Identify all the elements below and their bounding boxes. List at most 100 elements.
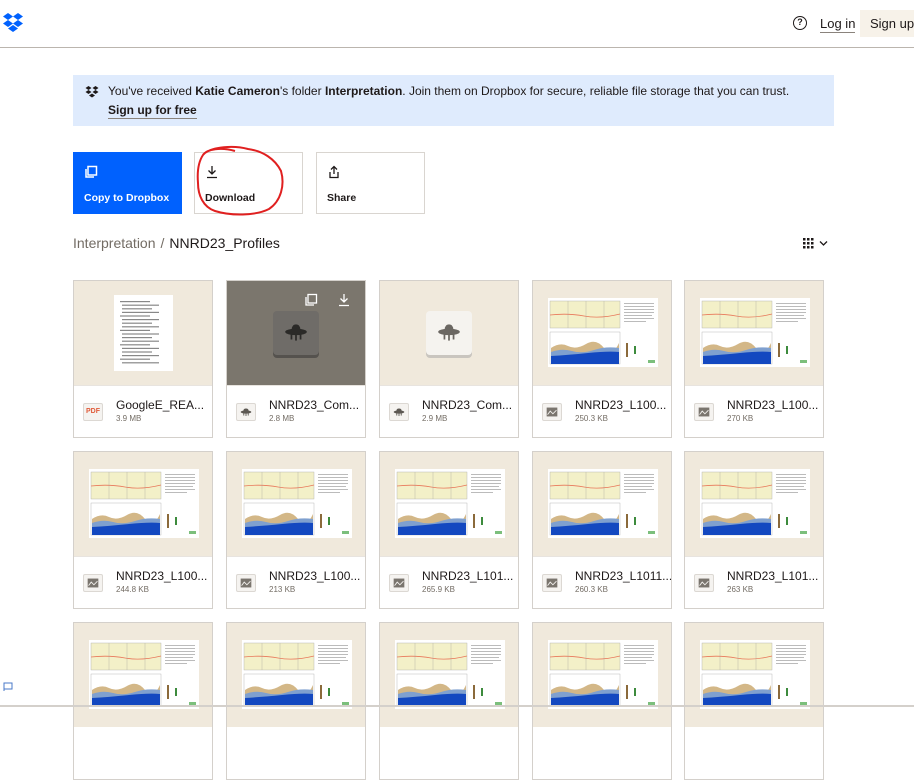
breadcrumb-parent[interactable]: Interpretation (73, 235, 156, 251)
file-thumbnail[interactable] (74, 452, 212, 556)
shared-folder-banner: You've received Katie Cameron's folder I… (73, 75, 834, 126)
image-file-icon (546, 578, 558, 588)
file-card[interactable]: NNRD23_Com... 2.8 MB (226, 280, 366, 438)
file-thumbnail[interactable] (74, 623, 212, 727)
file-thumbnail[interactable] (227, 281, 365, 385)
profile-preview-image (243, 642, 349, 707)
help-icon[interactable]: ? (793, 16, 807, 30)
banner-message: You've received Katie Cameron's folder I… (108, 84, 789, 98)
file-name[interactable]: NNRD23_Com... (422, 398, 512, 412)
file-thumbnail[interactable] (380, 281, 518, 385)
file-name[interactable]: NNRD23_L100... (727, 398, 818, 412)
file-thumbnail[interactable] (227, 452, 365, 556)
file-type-icon (542, 574, 562, 592)
file-name[interactable]: NNRD23_L100... (269, 569, 360, 583)
profile-preview (89, 469, 199, 538)
file-type-icon (542, 403, 562, 421)
copy-icon[interactable] (304, 293, 318, 307)
profile-preview (395, 469, 505, 538)
file-thumbnail[interactable] (74, 281, 212, 385)
file-meta: NNRD23_L100... 250.3 KB (533, 385, 671, 437)
share-button[interactable]: Share (316, 152, 425, 214)
file-type-icon (694, 403, 714, 421)
breadcrumb-current: NNRD23_Profiles (169, 235, 280, 251)
image-file-icon (240, 578, 252, 588)
dropbox-logo-icon[interactable] (2, 12, 24, 34)
breadcrumb-separator: / (160, 235, 165, 251)
profile-preview (242, 469, 352, 538)
file-thumbnail[interactable] (685, 623, 823, 727)
image-file-icon (698, 407, 710, 417)
profile-preview (548, 469, 658, 538)
file-card[interactable] (379, 622, 519, 780)
file-name[interactable]: GoogleE_REA... (116, 398, 204, 412)
file-card[interactable]: NNRD23_L100... 213 KB (226, 451, 366, 609)
profile-preview-image (396, 471, 502, 536)
grid-view-toggle-icon[interactable] (801, 236, 831, 250)
file-name[interactable]: NNRD23_L1011... (575, 569, 671, 583)
download-button[interactable]: Download (194, 152, 303, 214)
image-file-icon (698, 578, 710, 588)
file-thumbnail[interactable] (380, 623, 518, 727)
file-card[interactable] (684, 622, 824, 780)
file-thumbnail[interactable] (533, 623, 671, 727)
download-icon (207, 166, 217, 179)
file-card[interactable]: NNRD23_L100... 250.3 KB (532, 280, 672, 438)
file-thumbnail[interactable] (685, 281, 823, 385)
image-file-icon (546, 407, 558, 417)
profile-preview-image (549, 300, 655, 365)
ufo-icon (438, 324, 460, 341)
banner-prefix: You've received (108, 84, 196, 98)
profile-preview (548, 640, 658, 709)
file-name[interactable]: NNRD23_Com... (269, 398, 359, 412)
image-file-icon (393, 578, 405, 588)
banner-suffix: . Join them on Dropbox for secure, relia… (402, 84, 790, 98)
image-file-icon (87, 578, 99, 588)
file-card[interactable]: NNRD23_L1011... 260.3 KB (532, 451, 672, 609)
pdf-file-icon: PDF (86, 408, 100, 415)
signup-free-link[interactable]: Sign up for free (108, 103, 197, 119)
feedback-flag-icon[interactable] (3, 682, 13, 691)
copy-to-dropbox-button[interactable]: Copy to Dropbox (73, 152, 182, 214)
file-card[interactable]: NNRD23_L100... 244.8 KB (73, 451, 213, 609)
file-size: 2.8 MB (269, 414, 295, 423)
file-thumbnail[interactable] (533, 452, 671, 556)
file-name[interactable]: NNRD23_L100... (116, 569, 207, 583)
file-meta: NNRD23_L100... 244.8 KB (74, 556, 212, 608)
file-name[interactable]: NNRD23_L101... (727, 569, 818, 583)
file-card[interactable] (532, 622, 672, 780)
profile-preview-image (90, 471, 196, 536)
file-thumbnail[interactable] (685, 452, 823, 556)
profile-preview-image (701, 300, 807, 365)
download-icon[interactable] (337, 293, 351, 307)
login-link[interactable]: Log in (820, 16, 856, 33)
top-bar: ? Log in Sign up (0, 0, 914, 48)
file-card[interactable]: PDF GoogleE_REA... 3.9 MB (73, 280, 213, 438)
file-size: 263 KB (727, 585, 754, 594)
file-name[interactable]: NNRD23_L100... (575, 398, 666, 412)
pdf-page-preview (114, 295, 173, 371)
file-thumbnail[interactable] (380, 452, 518, 556)
file-meta: PDF GoogleE_REA... 3.9 MB (74, 385, 212, 437)
file-card[interactable]: NNRD23_L100... 270 KB (684, 280, 824, 438)
file-type-icon: PDF (83, 403, 103, 421)
file-meta: NNRD23_L1011... 260.3 KB (533, 556, 671, 608)
profile-preview-image (701, 642, 807, 707)
file-size: 265.9 KB (422, 585, 455, 594)
signup-button[interactable]: Sign up (860, 10, 914, 37)
file-card[interactable] (226, 622, 366, 780)
file-card[interactable]: NNRD23_L101... 263 KB (684, 451, 824, 609)
file-type-icon (236, 574, 256, 592)
file-meta: NNRD23_L101... 263 KB (685, 556, 823, 608)
file-card[interactable] (73, 622, 213, 780)
profile-preview-image (549, 471, 655, 536)
file-thumbnail[interactable] (533, 281, 671, 385)
file-type-icon (83, 574, 103, 592)
file-card[interactable]: NNRD23_Com... 2.9 MB (379, 280, 519, 438)
profile-preview-image (396, 642, 502, 707)
file-thumbnail[interactable] (227, 623, 365, 727)
file-card[interactable]: NNRD23_L101... 265.9 KB (379, 451, 519, 609)
file-size: 2.9 MB (422, 414, 448, 423)
file-name[interactable]: NNRD23_L101... (422, 569, 513, 583)
file-meta: NNRD23_Com... 2.9 MB (380, 385, 518, 437)
